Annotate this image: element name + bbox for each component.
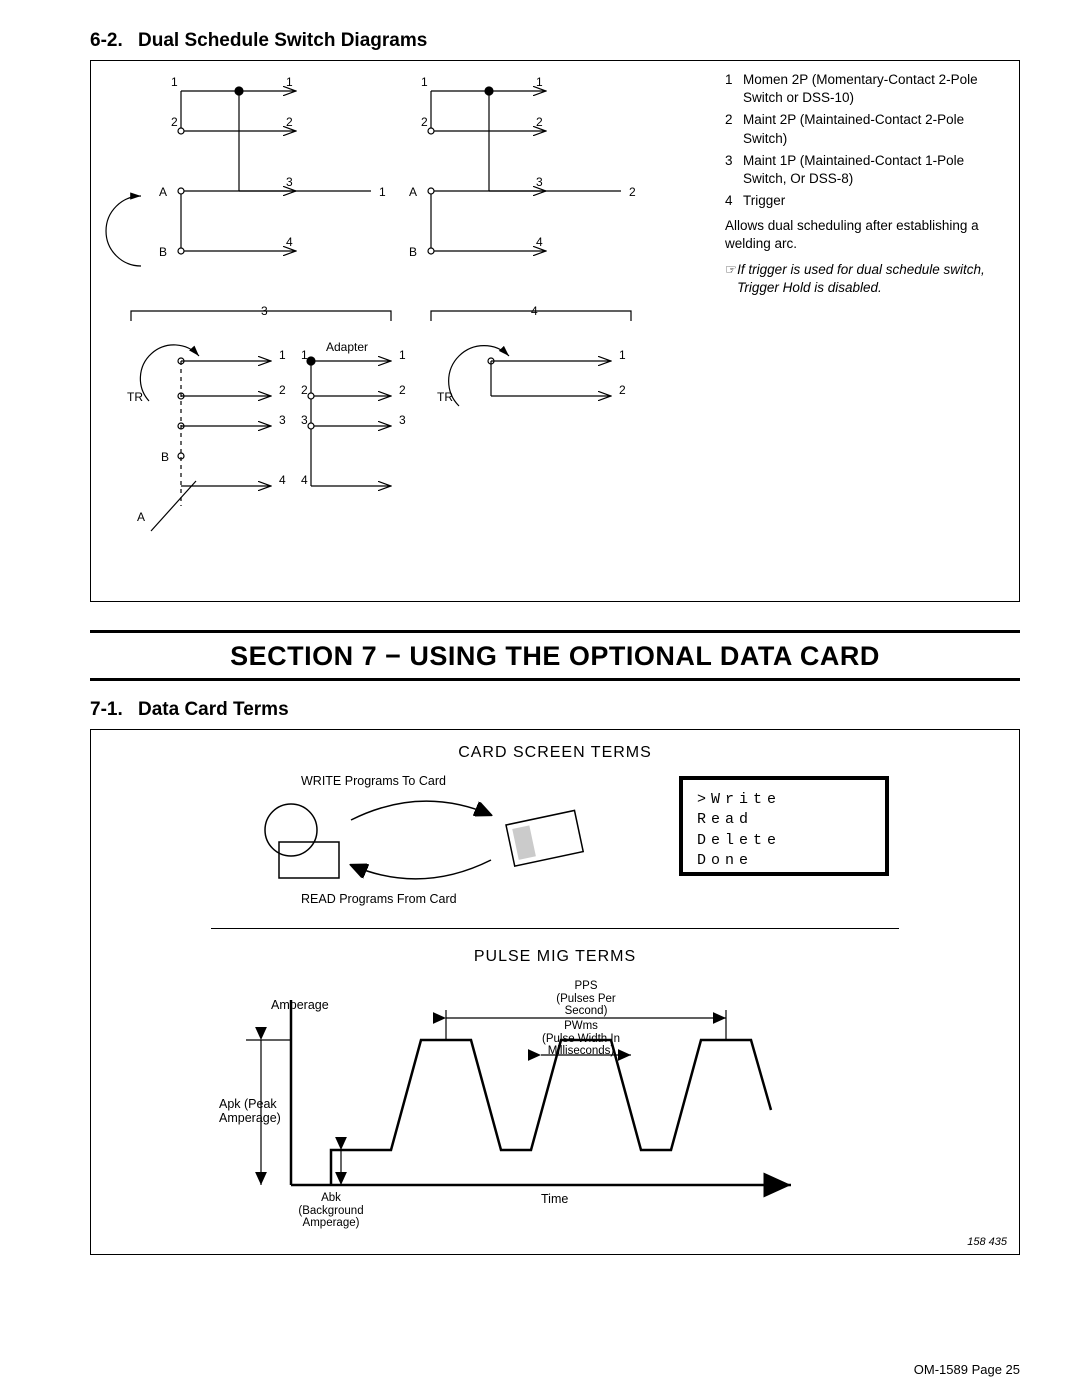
- svg-text:B: B: [159, 245, 167, 259]
- legend-allows: Allows dual scheduling after establishin…: [725, 217, 1005, 253]
- screen-line: Delete: [697, 831, 871, 851]
- svg-text:1: 1: [379, 185, 386, 199]
- svg-text:2: 2: [619, 383, 626, 397]
- svg-text:TR: TR: [127, 390, 143, 404]
- svg-text:2: 2: [279, 383, 286, 397]
- abk-label: Abk(BackgroundAmperage): [281, 1192, 381, 1230]
- screen-line: >Write: [697, 790, 871, 810]
- svg-text:1: 1: [421, 75, 428, 89]
- card-illustration: [251, 770, 591, 910]
- svg-text:3: 3: [286, 175, 293, 189]
- screen-line: Read: [697, 810, 871, 830]
- rule: [90, 678, 1020, 681]
- section-7-title: SECTION 7 − USING THE OPTIONAL DATA CARD: [90, 641, 1020, 672]
- subsection-title: Data Card Terms: [138, 699, 289, 720]
- svg-text:1: 1: [399, 348, 406, 362]
- svg-text:A: A: [137, 510, 145, 524]
- pps-label: PPS(Pulses PerSecond): [541, 980, 631, 1018]
- note-icon: ☞: [725, 261, 737, 297]
- svg-text:1: 1: [301, 348, 308, 362]
- svg-text:2: 2: [171, 115, 178, 129]
- svg-text:2: 2: [629, 185, 636, 199]
- write-label: WRITE Programs To Card: [301, 774, 446, 788]
- legend-note: If trigger is used for dual schedule swi…: [737, 261, 1005, 297]
- read-label: READ Programs From Card: [301, 892, 457, 906]
- diagram-legend: 1Momen 2P (Momentary-Contact 2-Pole Swit…: [725, 71, 1005, 301]
- svg-text:A: A: [159, 185, 167, 199]
- svg-text:1: 1: [279, 348, 286, 362]
- svg-text:4: 4: [286, 235, 293, 249]
- svg-text:2: 2: [421, 115, 428, 129]
- screen-line: Done: [697, 851, 871, 871]
- apk-label: Apk (Peak Amperage): [219, 1098, 299, 1126]
- svg-text:2: 2: [399, 383, 406, 397]
- svg-text:B: B: [161, 450, 169, 464]
- svg-text:1: 1: [171, 75, 178, 89]
- svg-text:B: B: [409, 245, 417, 259]
- subsection-num: 6-2.: [90, 30, 138, 52]
- svg-text:1: 1: [619, 348, 626, 362]
- svg-text:2: 2: [301, 383, 308, 397]
- rule: [90, 630, 1020, 633]
- subsection-6-2: 6-2.Dual Schedule Switch Diagrams: [90, 30, 1020, 52]
- svg-text:A: A: [409, 185, 417, 199]
- subsection-7-1: 7-1.Data Card Terms: [90, 699, 1020, 721]
- amperage-label: Amperage: [271, 998, 329, 1012]
- svg-text:2: 2: [536, 115, 543, 129]
- page-footer: OM-1589 Page 25: [914, 1362, 1020, 1377]
- time-label: Time: [541, 1192, 568, 1206]
- svg-text:4: 4: [301, 473, 308, 487]
- subsection-title: Dual Schedule Switch Diagrams: [138, 30, 427, 51]
- svg-text:3: 3: [279, 413, 286, 427]
- pwms-label: PWms(Pulse Width InMilliseconds): [521, 1020, 641, 1058]
- svg-text:1: 1: [536, 75, 543, 89]
- svg-text:TR: TR: [437, 390, 453, 404]
- card-screen: >Write Read Delete Done: [679, 776, 889, 876]
- svg-text:2: 2: [286, 115, 293, 129]
- subsection-num: 7-1.: [90, 699, 138, 721]
- divider: [211, 928, 899, 929]
- card-screen-heading: CARD SCREEN TERMS: [458, 744, 652, 762]
- svg-text:1: 1: [286, 75, 293, 89]
- svg-text:3: 3: [301, 413, 308, 427]
- svg-text:Adapter: Adapter: [326, 340, 368, 354]
- svg-text:4: 4: [279, 473, 286, 487]
- svg-text:3: 3: [399, 413, 406, 427]
- svg-text:4: 4: [536, 235, 543, 249]
- schematic-diagram: 1 1 2 2 A 3 B 4 1: [91, 61, 711, 601]
- pulse-heading: PULSE MIG TERMS: [474, 948, 636, 966]
- data-card-box: CARD SCREEN TERMS WRITE Programs To Card…: [90, 729, 1020, 1255]
- switch-diagram-box: 1Momen 2P (Momentary-Contact 2-Pole Swit…: [90, 60, 1020, 602]
- figure-number: 158 435: [967, 1236, 1007, 1248]
- svg-text:3: 3: [536, 175, 543, 189]
